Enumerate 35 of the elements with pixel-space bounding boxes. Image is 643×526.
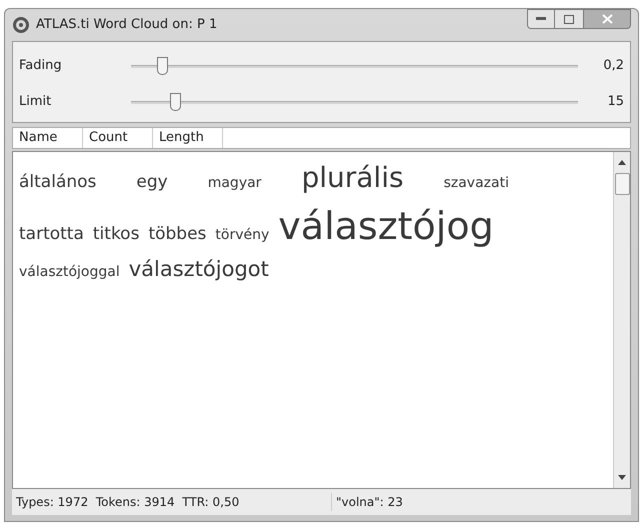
app-logo-icon bbox=[12, 16, 30, 34]
cloud-word[interactable]: egy bbox=[136, 170, 168, 195]
minimize-button[interactable] bbox=[527, 9, 555, 29]
status-text: "volna": 23 bbox=[335, 494, 404, 511]
scroll-thumb[interactable] bbox=[614, 173, 630, 195]
slider-thumb[interactable] bbox=[170, 93, 182, 111]
cloud-word[interactable]: törvény bbox=[215, 224, 270, 245]
maximize-button[interactable] bbox=[555, 9, 583, 29]
scrollbar[interactable] bbox=[613, 152, 630, 488]
window-title: ATLAS.ti Word Cloud on: P 1 bbox=[36, 16, 218, 34]
column-header[interactable]: Length bbox=[153, 128, 223, 148]
column-header[interactable]: Count bbox=[83, 128, 153, 148]
cloud-word[interactable]: választójog bbox=[278, 198, 494, 254]
close-button[interactable] bbox=[583, 9, 631, 29]
cloud-word[interactable]: plurális bbox=[301, 158, 404, 199]
scroll-down-icon[interactable] bbox=[618, 475, 626, 480]
cloud-word[interactable]: titkos bbox=[92, 222, 140, 246]
cloud-word[interactable]: választójogot bbox=[128, 254, 269, 284]
slider-label: Fading bbox=[19, 57, 63, 76]
close-icon bbox=[602, 14, 612, 24]
slider-thumb[interactable] bbox=[156, 57, 168, 75]
cloud-word[interactable]: magyar bbox=[208, 173, 262, 194]
slider-label: Limit bbox=[19, 93, 52, 112]
cloud-word[interactable]: általános bbox=[19, 170, 96, 195]
cloud-word[interactable]: többes bbox=[148, 222, 206, 246]
maximize-icon bbox=[564, 14, 574, 24]
cloud-word[interactable]: szavazati bbox=[444, 173, 509, 194]
column-header[interactable]: Name bbox=[13, 128, 83, 148]
slider-value: 0,2 bbox=[602, 57, 624, 76]
scroll-up-icon[interactable] bbox=[618, 160, 626, 165]
status-text: Types: 1972 Tokens: 3914 TTR: 0,50 bbox=[12, 493, 332, 511]
cloud-word[interactable]: választójoggal bbox=[19, 262, 120, 282]
minimize-icon bbox=[536, 17, 546, 21]
slider-value: 15 bbox=[606, 93, 624, 112]
cloud-word[interactable]: tartotta bbox=[19, 222, 84, 246]
